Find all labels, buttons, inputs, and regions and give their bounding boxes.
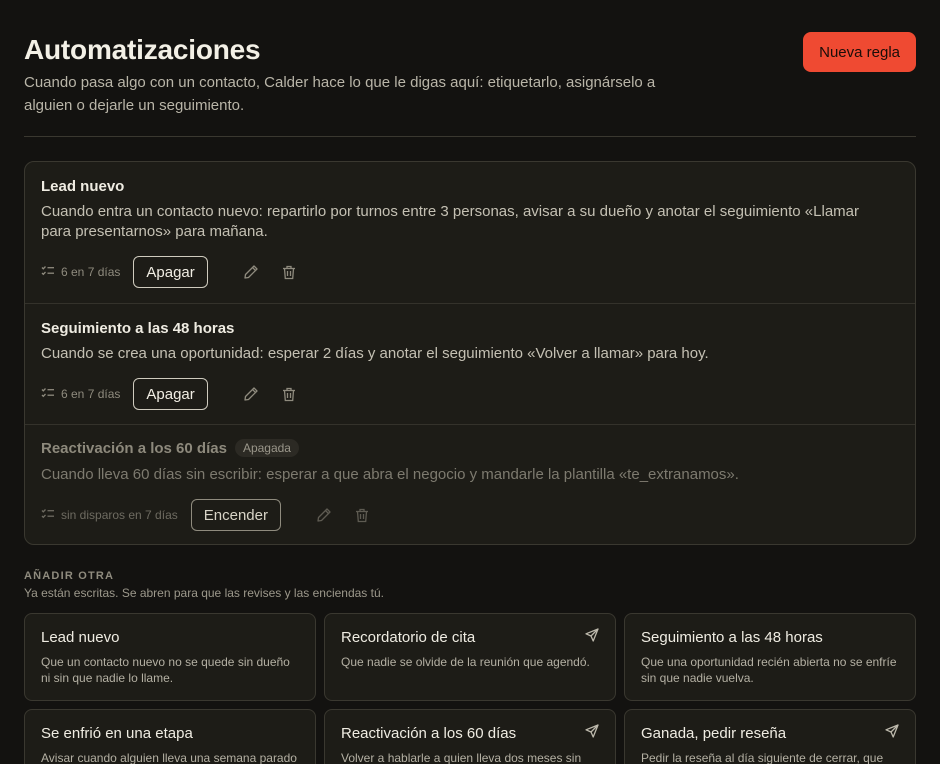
template-description: Volver a hablarle a quien lleva dos mese… <box>341 751 582 764</box>
rule-item-disabled: Reactivación a los 60 días Apagada Cuand… <box>25 424 915 544</box>
send-icon <box>585 724 599 743</box>
pencil-icon[interactable] <box>240 261 262 283</box>
pencil-icon[interactable] <box>240 383 262 405</box>
template-card[interactable]: Lead nuevo Que un contacto nuevo no se q… <box>24 613 316 701</box>
rule-actions: sin disparos en 7 días Encender <box>41 499 373 531</box>
send-icon <box>885 724 899 743</box>
rule-description: Cuando se crea una oportunidad: esperar … <box>41 345 709 362</box>
template-title: Ganada, pedir reseña <box>641 725 787 742</box>
rule-title: Reactivación a los 60 días <box>41 439 227 457</box>
template-description: Que un contacto nuevo no se quede sin du… <box>41 655 290 685</box>
template-title: Se enfrió en una etapa <box>41 725 193 742</box>
page-subtitle: Cuando pasa algo con un contacto, Calder… <box>24 74 656 114</box>
template-grid: Lead nuevo Que un contacto nuevo no se q… <box>24 613 916 764</box>
rules-list: Lead nuevo Cuando entra un contacto nuev… <box>24 161 916 545</box>
template-card[interactable]: Ganada, pedir reseña Pedir la reseña al … <box>624 709 916 764</box>
trash-icon[interactable] <box>278 383 300 405</box>
automations-page: Automatizaciones Cuando pasa algo con un… <box>24 0 916 764</box>
rule-fires-text: 6 en 7 días <box>61 387 121 401</box>
rule-description: Cuando entra un contacto nuevo: repartir… <box>41 203 859 240</box>
template-title: Reactivación a los 60 días <box>341 725 517 742</box>
template-card[interactable]: Se enfrió en una etapa Avisar cuando alg… <box>24 709 316 764</box>
pencil-icon[interactable] <box>313 504 335 526</box>
rule-fires-text: sin disparos en 7 días <box>61 508 178 522</box>
rule-fires: 6 en 7 días <box>41 265 120 280</box>
rule-title-row: Reactivación a los 60 días Apagada <box>41 439 299 457</box>
trash-icon[interactable] <box>278 261 300 283</box>
rule-description: Cuando lleva 60 días sin escribir: esper… <box>41 466 739 483</box>
template-title: Seguimiento a las 48 horas <box>641 629 823 646</box>
template-description: Pedir la reseña al día siguiente de cerr… <box>641 751 884 764</box>
template-description: Que una oportunidad recién abierta no se… <box>641 655 897 685</box>
page-header: Automatizaciones Cuando pasa algo con un… <box>24 0 916 137</box>
new-rule-button[interactable]: Nueva regla <box>803 32 916 72</box>
turn-on-button[interactable]: Encender <box>190 499 281 531</box>
template-card[interactable]: Seguimiento a las 48 horas Que una oport… <box>624 613 916 701</box>
template-title: Recordatorio de cita <box>341 629 476 646</box>
rule-actions: 6 en 7 días Apagar <box>41 256 300 288</box>
template-description: Que nadie se olvide de la reunión que ag… <box>341 655 590 669</box>
template-description: Avisar cuando alguien lleva una semana p… <box>41 751 297 764</box>
checklist-icon <box>41 508 55 523</box>
section-label: AÑADIR OTRA <box>24 570 115 582</box>
rule-fires-text: 6 en 7 días <box>61 265 121 279</box>
rule-fires: sin disparos en 7 días <box>41 508 178 523</box>
checklist-icon <box>41 265 55 280</box>
page-title: Automatizaciones <box>24 34 261 65</box>
rule-title: Lead nuevo <box>41 178 125 195</box>
turn-off-button[interactable]: Apagar <box>133 378 208 410</box>
template-card[interactable]: Reactivación a los 60 días Volver a habl… <box>324 709 616 764</box>
rule-item: Seguimiento a las 48 horas Cuando se cre… <box>25 303 915 424</box>
rule-fires: 6 en 7 días <box>41 387 120 402</box>
status-badge: Apagada <box>234 439 299 457</box>
template-title: Lead nuevo <box>41 629 120 646</box>
checklist-icon <box>41 387 55 402</box>
turn-off-button[interactable]: Apagar <box>133 256 208 288</box>
template-card[interactable]: Recordatorio de cita Que nadie se olvide… <box>324 613 616 701</box>
trash-icon[interactable] <box>351 504 373 526</box>
section-hint: Ya están escritas. Se abren para que las… <box>24 586 384 600</box>
rule-item: Lead nuevo Cuando entra un contacto nuev… <box>25 162 915 303</box>
send-icon <box>585 628 599 647</box>
rule-actions: 6 en 7 días Apagar <box>41 378 300 410</box>
rule-title: Seguimiento a las 48 horas <box>41 320 235 337</box>
